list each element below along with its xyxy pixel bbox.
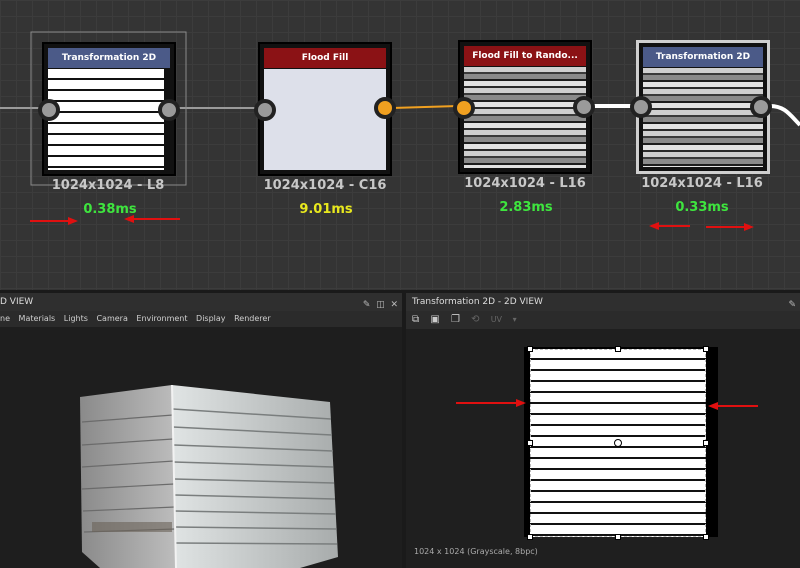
node-resolution: 1024x1024 - L16 (464, 176, 586, 191)
wire-output (769, 104, 800, 127)
node-resolution: 1024x1024 - L8 (51, 178, 165, 193)
node-timing: 9.01ms (299, 202, 353, 217)
input-port[interactable] (453, 97, 475, 119)
viewport-3d[interactable] (0, 327, 402, 568)
output-port[interactable] (750, 96, 772, 118)
node-timing: 0.38ms (83, 202, 137, 217)
viewport-menubar: ne Materials Lights Camera Environment D… (0, 311, 402, 327)
node-resolution: 1024x1024 - L16 (641, 176, 763, 191)
node-timing: 2.83ms (499, 200, 553, 215)
menu-materials[interactable]: Materials (19, 314, 56, 323)
input-port[interactable] (254, 99, 276, 121)
view2d-toolbar: ⧉ ▣ ❐ ⟲ UV ▾ (406, 311, 800, 329)
node-header: Flood Fill to Rando... (464, 46, 586, 66)
node-thumbnail (48, 69, 164, 170)
node-header: Transformation 2D (48, 48, 170, 68)
image-info: 1024 x 1024 (Grayscale, 8bpc) (414, 547, 538, 556)
annotation-arrows (30, 215, 754, 231)
input-port[interactable] (38, 99, 60, 121)
panel-3d-view: D VIEW ✎ ◫ ✕ ne Materials Lights Camera … (0, 293, 402, 568)
panel-title: Transformation 2D - 2D VIEW ✎ (406, 293, 800, 311)
restore-icon[interactable]: ◫ (376, 300, 385, 310)
uv-icon[interactable]: ⟲ (471, 314, 479, 325)
panel-title: D VIEW ✎ ◫ ✕ (0, 293, 402, 311)
node-timing: 0.33ms (675, 200, 729, 215)
node-thumbnail (643, 68, 763, 167)
node-thumbnail (464, 67, 586, 168)
menu-scene[interactable]: ne (0, 314, 10, 323)
node-flood-fill[interactable]: Flood Fill (258, 42, 392, 176)
cube-preview (80, 384, 338, 568)
menu-lights[interactable]: Lights (64, 314, 88, 323)
uv-label: UV (490, 315, 503, 324)
output-port[interactable] (573, 96, 595, 118)
menu-renderer[interactable]: Renderer (234, 314, 271, 323)
wire-2-3 (391, 105, 459, 109)
node-header: Flood Fill (264, 48, 386, 68)
annotation-arrows (456, 399, 758, 410)
export-icon[interactable]: ⧉ (412, 314, 419, 325)
menu-environment[interactable]: Environment (136, 314, 187, 323)
input-port[interactable] (630, 96, 652, 118)
node-header: Transformation 2D (643, 47, 763, 67)
panel-title-text: Transformation 2D - 2D VIEW (412, 297, 543, 307)
node-thumbnail (264, 69, 386, 170)
copy-icon[interactable]: ❐ (451, 314, 460, 325)
menu-camera[interactable]: Camera (96, 314, 127, 323)
node-resolution: 1024x1024 - C16 (263, 178, 387, 193)
node-graph-canvas[interactable]: Transformation 2D 1024x1024 - L8 0.38ms … (0, 0, 800, 290)
node-transformation-2d-1[interactable]: Transformation 2D (42, 42, 176, 176)
node-flood-fill-to-random[interactable]: Flood Fill to Rando... (458, 40, 592, 174)
menu-display[interactable]: Display (196, 314, 226, 323)
panel-2d-view: Transformation 2D - 2D VIEW ✎ ⧉ ▣ ❐ ⟲ UV… (406, 293, 800, 568)
output-port[interactable] (374, 97, 396, 119)
close-icon[interactable]: ✕ (390, 300, 398, 310)
uv-dropdown[interactable]: UV ▾ (491, 315, 517, 324)
panel-title-text: D VIEW (0, 297, 34, 307)
pin-icon[interactable]: ✎ (363, 300, 371, 310)
viewport-2d[interactable]: 1024 x 1024 (Grayscale, 8bpc) (406, 329, 800, 568)
output-port[interactable] (158, 99, 180, 121)
save-icon[interactable]: ▣ (430, 314, 439, 325)
